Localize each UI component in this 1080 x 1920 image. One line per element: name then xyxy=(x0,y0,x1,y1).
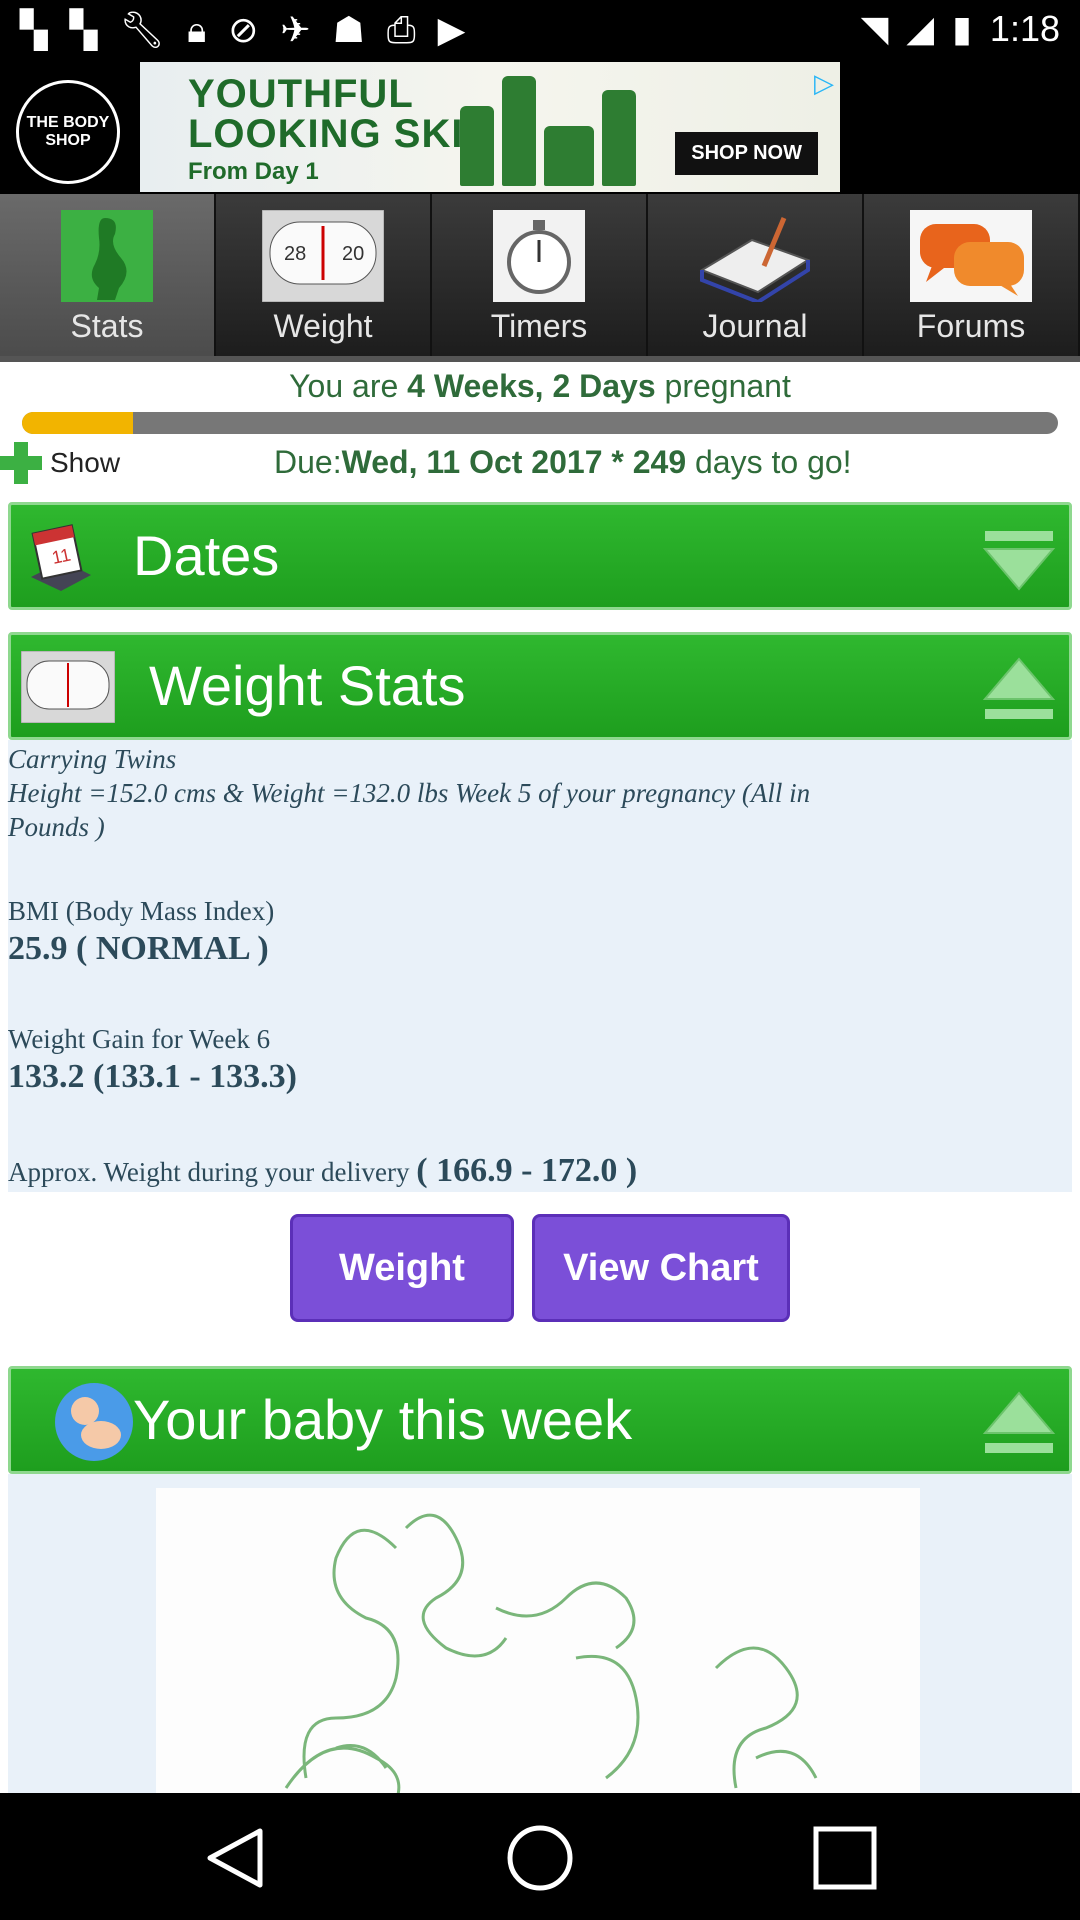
baby-title: Your baby this week xyxy=(133,1388,633,1451)
status-time: 1:18 xyxy=(989,8,1060,49)
tab-label: Stats xyxy=(70,308,144,344)
svg-text:20: 20 xyxy=(342,243,364,265)
ad-subtext: From Day 1 xyxy=(188,158,319,185)
journal-icon xyxy=(694,210,816,302)
signal-icon: ◢ xyxy=(906,8,935,50)
delivery-weight-label: Approx. Weight during your delivery xyxy=(8,1157,417,1187)
scale-icon: 28 20 xyxy=(262,210,384,302)
home-icon[interactable] xyxy=(505,1823,575,1893)
weight-stats-title: Weight Stats xyxy=(149,654,466,717)
pregnancy-progress-bar xyxy=(22,412,1058,434)
baby-section-header[interactable]: Your baby this week xyxy=(8,1366,1072,1474)
chat-bubbles-icon xyxy=(910,210,1032,302)
flipboard-icon: ▚ xyxy=(20,10,48,51)
chevron-up-icon[interactable] xyxy=(981,1385,1057,1461)
bmi-value: 25.9 ( NORMAL ) xyxy=(8,930,269,967)
status-bar: ▚ ▚ 🔧︎ 🔒︎ ⊘ ✈︎ ☗ ⎙ ▶ ◥ ◢ ▮ 1:18 xyxy=(0,0,1080,62)
progress-fill xyxy=(22,412,133,434)
stats-line-units: Pounds ) xyxy=(8,812,105,842)
tab-stats[interactable]: Stats xyxy=(0,194,216,360)
stopwatch-icon xyxy=(478,210,600,302)
due-label: Due: xyxy=(274,444,342,480)
wifi-icon: ◥ xyxy=(860,8,889,50)
show-toggle[interactable]: Show xyxy=(0,442,120,484)
inbox-icon: ⎙ xyxy=(386,10,416,51)
ad-choices-icon[interactable]: ▷ xyxy=(814,68,834,99)
stats-line-twins: Carrying Twins xyxy=(8,744,177,774)
pregnancy-duration: 4 Weeks, 2 Days xyxy=(407,368,656,404)
scale-icon xyxy=(21,651,115,723)
battery-icon: ▮ xyxy=(952,8,972,50)
delivery-weight-value: ( 166.9 - 172.0 ) xyxy=(416,1152,638,1189)
pregnancy-status: You are 4 Weeks, 2 Days pregnant xyxy=(0,368,1080,405)
pregnancy-suffix: pregnant xyxy=(655,368,791,404)
view-chart-button[interactable]: View Chart xyxy=(532,1214,790,1322)
wrench-icon: 🔧︎ xyxy=(119,10,166,51)
tab-label: Forums xyxy=(916,308,1026,344)
due-date: Wed, 11 Oct 2017 * 249 xyxy=(341,444,687,480)
dates-title: Dates xyxy=(133,524,280,587)
show-label: Show xyxy=(50,447,121,478)
dates-section-header[interactable]: 11 Dates xyxy=(8,502,1072,610)
calendar-icon: 11 xyxy=(31,524,91,591)
baby-icon xyxy=(55,1383,133,1461)
svg-text:28: 28 xyxy=(284,243,306,265)
ad-headline: YOUTHFUL LOOKING SKIN xyxy=(188,74,493,154)
embryo-image xyxy=(156,1488,920,1793)
tab-journal[interactable]: Journal xyxy=(648,194,864,360)
clock-icon: ⊘ xyxy=(228,10,259,51)
recents-icon[interactable] xyxy=(810,1823,880,1893)
ad-product-image xyxy=(460,76,636,186)
pregnancy-prefix: You are xyxy=(289,368,408,404)
ad-bar[interactable]: THE BODY SHOP YOUTHFUL LOOKING SKIN From… xyxy=(0,62,1080,194)
tab-bar: Stats 28 20 Weight Timers Journal Forums xyxy=(0,194,1080,360)
embryo-illustration xyxy=(284,1513,818,1793)
tab-timers[interactable]: Timers xyxy=(432,194,648,360)
tab-label: Journal xyxy=(702,308,808,344)
weight-stats-panel: Carrying Twins Height =152.0 cms & Weigh… xyxy=(8,740,1072,1192)
ad-shop-now-button[interactable]: SHOP NOW xyxy=(675,132,818,175)
stats-line-height-weight: Height =152.0 cms & Weight =132.0 lbs We… xyxy=(8,778,811,808)
fake-gps-icon: ✈︎ xyxy=(280,10,311,51)
main-content[interactable]: You are 4 Weeks, 2 Days pregnant Show Du… xyxy=(0,362,1080,1793)
chevron-down-icon[interactable] xyxy=(981,521,1057,597)
chevron-up-icon[interactable] xyxy=(981,651,1057,727)
weight-gain-value: 133.2 (133.1 - 133.3) xyxy=(8,1058,297,1095)
lock-icon: 🔒︎ xyxy=(187,10,207,51)
delivery-weight-line: Approx. Weight during your delivery ( 16… xyxy=(8,1152,637,1190)
flipboard-icon: ▚ xyxy=(69,10,98,51)
plus-icon xyxy=(0,442,42,484)
bmi-label: BMI (Body Mass Index) xyxy=(8,896,275,926)
ad-logo[interactable]: THE BODY SHOP xyxy=(16,80,120,184)
weight-stats-section-header[interactable]: Weight Stats xyxy=(8,632,1072,740)
weight-gain-label: Weight Gain for Week 6 xyxy=(8,1024,271,1054)
pregnant-icon xyxy=(46,210,168,302)
tab-label: Timers xyxy=(490,308,588,344)
youtube-icon: ▶ xyxy=(437,10,466,51)
navigation-bar xyxy=(0,1793,1080,1920)
ad-headline-2: LOOKING SKIN xyxy=(188,112,494,156)
ad-headline-1: YOUTHFUL xyxy=(188,72,414,116)
ghost-icon: ☗ xyxy=(332,10,365,51)
weight-button[interactable]: Weight xyxy=(290,1214,514,1322)
due-suffix: days to go! xyxy=(686,444,852,480)
back-icon[interactable] xyxy=(200,1823,270,1893)
due-date-line: Due:Wed, 11 Oct 2017 * 249 days to go! xyxy=(274,444,852,481)
tab-weight[interactable]: 28 20 Weight xyxy=(216,194,432,360)
ad-banner[interactable]: YOUTHFUL LOOKING SKIN From Day 1 SHOP NO… xyxy=(140,62,840,192)
tab-forums[interactable]: Forums xyxy=(864,194,1080,360)
tab-label: Weight xyxy=(273,308,373,344)
